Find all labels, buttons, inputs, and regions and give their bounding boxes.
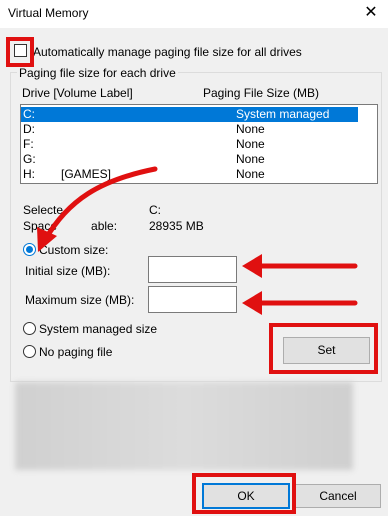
initial-size-label: Initial size (MB): (25, 264, 111, 278)
highlight-box-ok (192, 473, 296, 514)
column-header-drive: Drive [Volume Label] (22, 86, 133, 100)
highlight-box-set (269, 323, 378, 374)
space-available-label: Space able: (23, 219, 117, 233)
drive-letter: F: (23, 137, 34, 151)
close-icon[interactable]: ✕ (359, 3, 383, 23)
no-paging-label[interactable]: No paging file (39, 345, 112, 359)
volume-label: [GAMES] (61, 167, 112, 181)
paging-size: None (236, 167, 265, 181)
drive-row-d[interactable]: D: None (21, 122, 358, 137)
system-managed-label[interactable]: System managed size (39, 322, 157, 336)
selected-drive-value: C: (149, 203, 161, 217)
cancel-button[interactable]: Cancel (295, 484, 381, 508)
drive-letter: D: (23, 122, 35, 136)
selected-drive-label: Selecte (23, 203, 64, 217)
window-title: Virtual Memory (8, 6, 89, 20)
paging-group-legend: Paging file size for each drive (17, 66, 178, 80)
drive-list[interactable]: C: System managed D: None F: None G: Non… (20, 104, 378, 184)
drive-row-f[interactable]: F: None (21, 137, 358, 152)
paging-size: None (236, 137, 265, 151)
initial-size-input[interactable] (148, 256, 237, 283)
space-label-end: able: (91, 219, 118, 233)
system-managed-radio[interactable] (23, 322, 36, 335)
space-available-value: 28935 MB (149, 219, 204, 233)
auto-manage-label[interactable]: Automatically manage paging file size fo… (33, 45, 302, 59)
maximum-size-input[interactable] (148, 286, 237, 313)
drive-letter: H: (23, 167, 35, 181)
paging-size: None (236, 152, 265, 166)
no-paging-radio[interactable] (23, 345, 36, 358)
drive-letter: G: (23, 152, 36, 166)
highlight-box-checkbox (6, 37, 34, 67)
drive-row-g[interactable]: G: None (21, 152, 358, 167)
drive-row-c[interactable]: C: System managed (21, 107, 358, 122)
custom-size-radio[interactable] (23, 243, 36, 256)
maximum-size-label: Maximum size (MB): (25, 293, 135, 307)
drive-letter: C: (23, 107, 35, 121)
paging-size: System managed (236, 107, 330, 121)
radio-dot (26, 246, 33, 253)
custom-size-label[interactable]: Custom size: (39, 243, 108, 257)
blurred-region (15, 382, 353, 470)
paging-size: None (236, 122, 265, 136)
space-label-start: Space (23, 219, 58, 233)
column-header-size: Paging File Size (MB) (203, 86, 320, 100)
drive-row-h[interactable]: H: [GAMES] None (21, 167, 358, 182)
